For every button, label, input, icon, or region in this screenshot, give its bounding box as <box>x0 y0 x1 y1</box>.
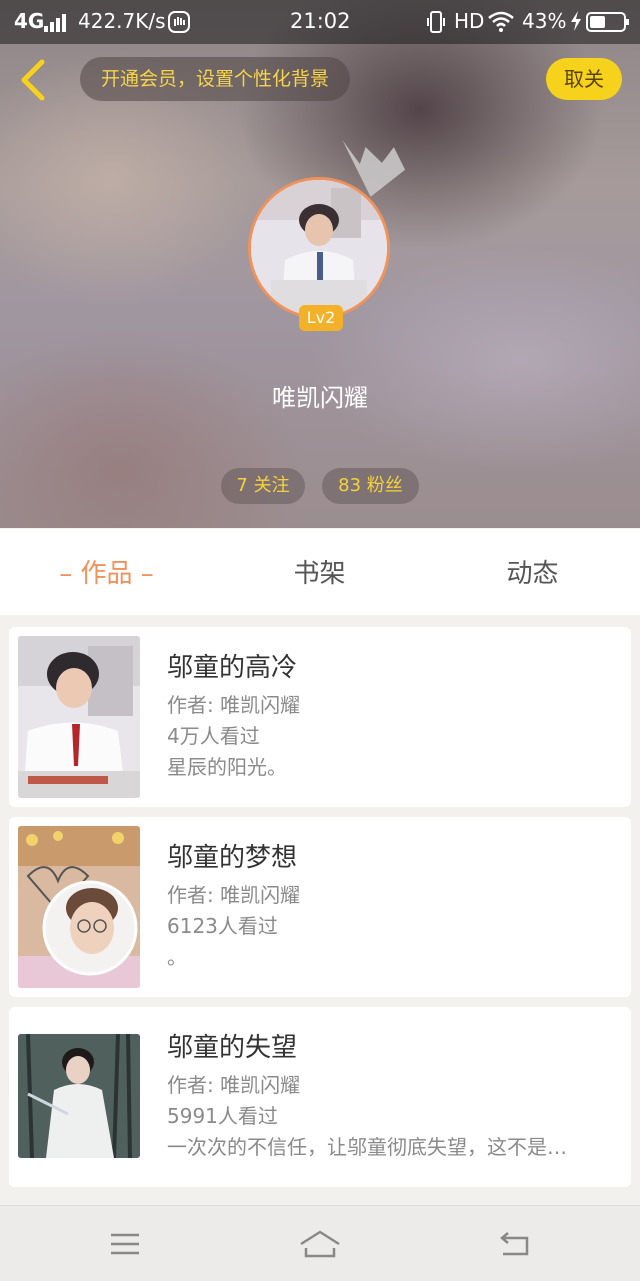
network-speed: 422.7K/s <box>78 9 166 33</box>
hand-icon <box>168 11 190 38</box>
work-card[interactable]: 邬童的高冷 作者: 唯凯闪耀 4万人看过 星辰的阳光。 <box>9 627 631 807</box>
home-icon <box>300 1230 340 1258</box>
work-summary: 星辰的阳光。 <box>167 755 287 779</box>
battery-percent: 43% <box>522 9 567 33</box>
vibrate-icon <box>426 10 446 39</box>
work-views: 5991人看过 <box>167 1104 278 1128</box>
signal-icon <box>44 13 68 37</box>
tab-works[interactable]: – 作品 – <box>0 529 213 615</box>
following-count[interactable]: 7 关注 <box>221 468 305 504</box>
charging-icon <box>570 11 582 36</box>
work-title: 邬童的梦想 <box>167 843 298 873</box>
work-author: 作者: 唯凯闪耀 <box>167 693 301 717</box>
work-card[interactable]: 邬童的梦想 作者: 唯凯闪耀 6123人看过 。 <box>9 817 631 997</box>
work-cover-image <box>18 826 140 988</box>
system-navigation-bar <box>0 1205 640 1281</box>
back-nav-button[interactable] <box>493 1222 537 1266</box>
work-card[interactable]: 邬童的失望 作者: 唯凯闪耀 5991人看过 一次次的不信任，让邬童彻底失望，这… <box>9 1007 631 1187</box>
back-button[interactable] <box>14 56 54 104</box>
followers-count[interactable]: 83 粉丝 <box>322 468 419 504</box>
work-title: 邬童的高冷 <box>167 653 298 683</box>
work-summary: 。 <box>167 945 187 969</box>
vip-background-prompt[interactable]: 开通会员，设置个性化背景 <box>80 57 350 101</box>
tab-activity[interactable]: 动态 <box>426 529 639 615</box>
menu-icon <box>111 1233 139 1255</box>
profile-tabs: – 作品 – 书架 动态 <box>0 529 640 615</box>
battery-icon <box>586 11 630 38</box>
return-icon <box>500 1232 529 1256</box>
chevron-left-icon <box>21 59 45 101</box>
work-views: 4万人看过 <box>167 724 260 748</box>
network-type: 4G <box>14 9 45 33</box>
unfollow-button[interactable]: 取关 <box>546 58 622 100</box>
clock: 21:02 <box>290 9 351 33</box>
work-title: 邬童的失望 <box>167 1033 298 1063</box>
work-views: 6123人看过 <box>167 914 278 938</box>
menu-button[interactable] <box>103 1222 147 1266</box>
wifi-icon <box>488 10 514 37</box>
username: 唯凯闪耀 <box>272 384 368 412</box>
work-cover-image <box>18 636 140 798</box>
work-cover-image <box>18 1034 140 1158</box>
status-bar: 4G 422.7K/s 21:02 HD 43% <box>0 0 640 44</box>
work-summary: 一次次的不信任，让邬童彻底失望，这不是… <box>167 1135 567 1159</box>
level-badge: Lv2 <box>299 305 343 331</box>
work-author: 作者: 唯凯闪耀 <box>167 883 301 907</box>
hd-indicator: HD <box>454 9 485 33</box>
avatar[interactable] <box>248 177 390 319</box>
work-author: 作者: 唯凯闪耀 <box>167 1073 301 1097</box>
tab-bookshelf[interactable]: 书架 <box>213 529 426 615</box>
home-button[interactable] <box>298 1222 342 1266</box>
